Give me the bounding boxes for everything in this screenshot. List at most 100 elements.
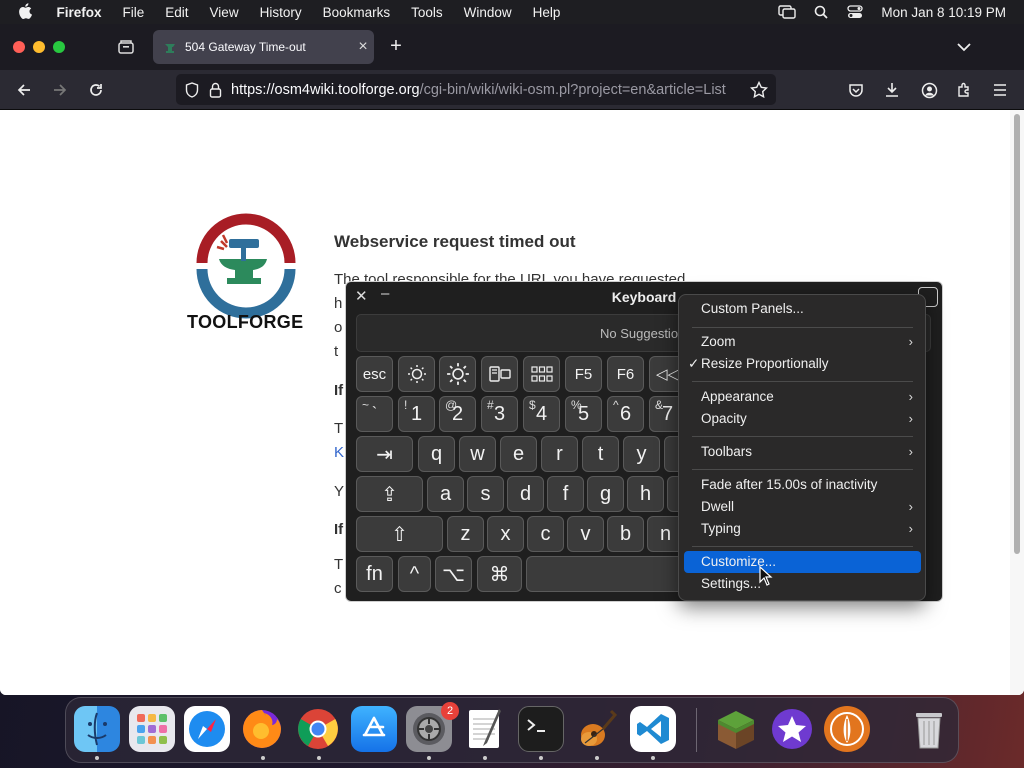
menubar-clock[interactable]: Mon Jan 8 10:19 PM: [877, 5, 1024, 20]
tracking-protection-shield-icon[interactable]: [185, 81, 199, 98]
menu-window[interactable]: Window: [453, 5, 522, 20]
menu-item-appearance[interactable]: Appearance ›: [684, 386, 921, 408]
bookmark-star-icon[interactable]: [745, 76, 773, 104]
key-d[interactable]: d: [507, 476, 544, 512]
app-name-menu[interactable]: Firefox: [46, 5, 112, 20]
key-x[interactable]: x: [487, 516, 524, 552]
key-2[interactable]: @2: [439, 396, 476, 432]
key-c[interactable]: c: [527, 516, 564, 552]
minimize-icon[interactable]: –: [381, 285, 389, 302]
minimize-window-button[interactable]: [33, 41, 45, 53]
reload-button[interactable]: [82, 76, 110, 104]
url-bar[interactable]: https://osm4wiki.toolforge.org/cgi-bin/w…: [176, 74, 776, 105]
menu-item-settings[interactable]: Settings...: [684, 573, 921, 595]
menu-edit[interactable]: Edit: [155, 5, 199, 20]
hamburger-menu-icon[interactable]: [986, 76, 1014, 104]
brightness-down-key[interactable]: [398, 356, 435, 392]
menu-help[interactable]: Help: [522, 5, 571, 20]
menu-tools[interactable]: Tools: [401, 5, 454, 20]
menu-item-opacity[interactable]: Opacity ›: [684, 408, 921, 430]
menu-bookmarks[interactable]: Bookmarks: [312, 5, 401, 20]
key-h[interactable]: h: [627, 476, 664, 512]
key-w[interactable]: w: [459, 436, 496, 472]
key-space[interactable]: [526, 556, 686, 592]
key-backtick[interactable]: ~ `: [356, 396, 393, 432]
key-g[interactable]: g: [587, 476, 624, 512]
scrollbar-thumb[interactable]: [1014, 114, 1020, 554]
control-center-icon[interactable]: [843, 0, 867, 24]
key-option[interactable]: ⌥: [435, 556, 472, 592]
menu-item-fade[interactable]: Fade after 15.00s of inactivity: [684, 474, 921, 496]
imovie-icon[interactable]: [769, 706, 815, 752]
quill-icon[interactable]: [824, 706, 870, 752]
screen-mirroring-icon[interactable]: [775, 0, 799, 24]
list-all-tabs-icon[interactable]: [955, 38, 973, 56]
tab-active[interactable]: 504 Gateway Time-out ×: [153, 30, 374, 64]
key-f5[interactable]: F5: [565, 356, 602, 392]
key-1[interactable]: ! 1: [398, 396, 435, 432]
account-icon[interactable]: [915, 76, 943, 104]
menu-item-dwell[interactable]: Dwell ›: [684, 496, 921, 518]
garageband-icon[interactable]: [574, 706, 620, 752]
new-tab-icon[interactable]: +: [386, 36, 406, 56]
key-shift[interactable]: ⇧: [356, 516, 443, 552]
menu-view[interactable]: View: [199, 5, 249, 20]
key-control[interactable]: ^: [398, 556, 431, 592]
menu-item-toolbars[interactable]: Toolbars ›: [684, 441, 921, 463]
menu-item-custom-panels[interactable]: Custom Panels...: [684, 298, 921, 320]
trash-icon[interactable]: [906, 706, 952, 752]
key-command[interactable]: ⌘: [477, 556, 522, 592]
key-3[interactable]: #3: [481, 396, 518, 432]
close-window-button[interactable]: [13, 41, 25, 53]
key-z[interactable]: z: [447, 516, 484, 552]
padlock-icon[interactable]: [209, 82, 222, 98]
close-tab-icon[interactable]: ×: [352, 38, 374, 56]
vscode-icon[interactable]: [630, 706, 676, 752]
key-4[interactable]: $4: [523, 396, 560, 432]
menu-item-typing[interactable]: Typing ›: [684, 518, 921, 540]
back-button[interactable]: [10, 76, 38, 104]
key-y[interactable]: y: [623, 436, 660, 472]
mission-control-key[interactable]: [481, 356, 518, 392]
chrome-icon[interactable]: [295, 706, 341, 752]
launchpad-key[interactable]: [523, 356, 560, 392]
menu-item-zoom[interactable]: Zoom ›: [684, 331, 921, 353]
key-b[interactable]: b: [607, 516, 644, 552]
key-f6[interactable]: F6: [607, 356, 644, 392]
downloads-icon[interactable]: [878, 76, 906, 104]
spotlight-search-icon[interactable]: [809, 0, 833, 24]
apple-menu-icon[interactable]: [0, 2, 46, 22]
safari-icon[interactable]: [184, 706, 230, 752]
key-caps-lock[interactable]: ⇪: [356, 476, 423, 512]
key-e[interactable]: e: [500, 436, 537, 472]
link-fragment[interactable]: K: [334, 444, 344, 461]
launchpad-icon[interactable]: [129, 706, 175, 752]
extensions-icon[interactable]: [950, 76, 978, 104]
forward-button[interactable]: [46, 76, 74, 104]
firefox-view-icon[interactable]: [117, 38, 135, 56]
key-6[interactable]: ^ 6: [607, 396, 644, 432]
finder-icon[interactable]: [74, 706, 120, 752]
menu-file[interactable]: File: [112, 5, 155, 20]
firefox-icon[interactable]: [239, 706, 285, 752]
menu-item-customize[interactable]: Customize...: [684, 551, 921, 573]
key-fn[interactable]: fn: [356, 556, 393, 592]
key-esc[interactable]: esc: [356, 356, 393, 392]
key-v[interactable]: v: [567, 516, 604, 552]
key-5[interactable]: % 5: [565, 396, 602, 432]
menu-history[interactable]: History: [249, 5, 312, 20]
page-scrollbar[interactable]: [1010, 110, 1024, 695]
app-store-icon[interactable]: [351, 706, 397, 752]
zoom-window-button[interactable]: [53, 41, 65, 53]
terminal-icon[interactable]: [518, 706, 564, 752]
pocket-icon[interactable]: [842, 76, 870, 104]
menu-item-resize-proportionally[interactable]: ✓ Resize Proportionally: [684, 353, 921, 375]
key-s[interactable]: s: [467, 476, 504, 512]
key-t[interactable]: t: [582, 436, 619, 472]
minecraft-icon[interactable]: [713, 706, 759, 752]
close-icon[interactable]: ✕: [355, 287, 368, 305]
key-r[interactable]: r: [541, 436, 578, 472]
brightness-up-key[interactable]: [439, 356, 476, 392]
key-tab[interactable]: ⇥: [356, 436, 413, 472]
key-f[interactable]: f: [547, 476, 584, 512]
